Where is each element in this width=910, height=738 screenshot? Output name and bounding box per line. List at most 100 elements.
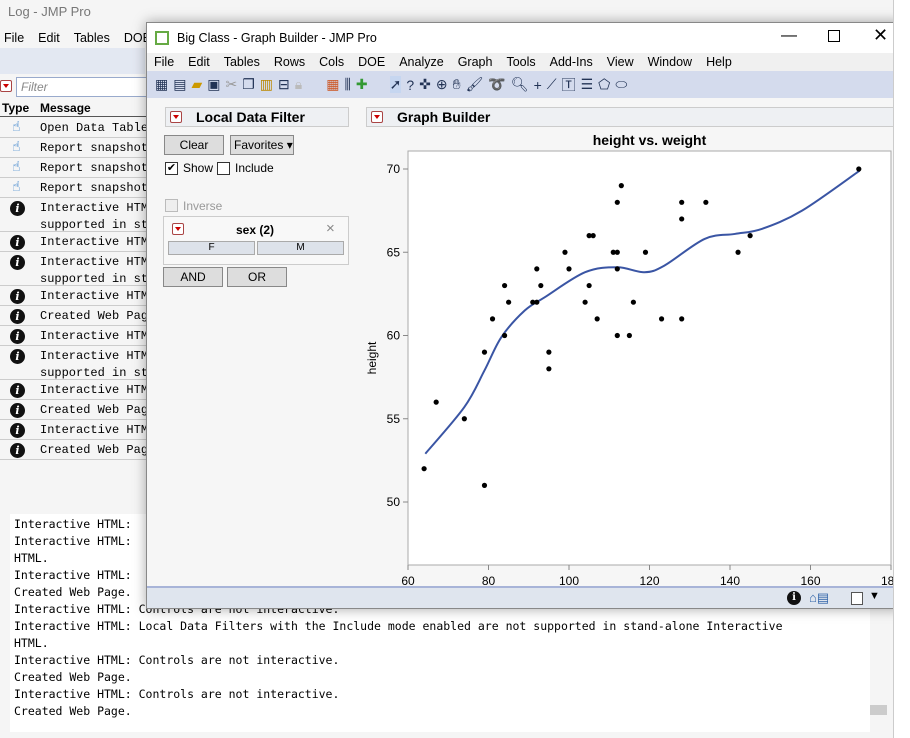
log-message: Report snapshot <box>40 161 149 175</box>
data-point <box>586 282 592 289</box>
status-bar: i ⌂▤ ▼ <box>147 586 902 608</box>
data-point <box>582 299 588 305</box>
data-point <box>562 249 568 255</box>
data-point <box>614 266 620 272</box>
status-dropdown-icon[interactable]: ▼ <box>869 590 880 602</box>
y-tick-label: 70 <box>387 162 401 176</box>
log-message: Created Web Pag <box>40 309 149 323</box>
home-icon[interactable]: ⌂▤ <box>809 590 829 606</box>
message-column-header[interactable]: Message <box>40 101 91 115</box>
info-icon: i <box>10 329 25 344</box>
data-point <box>642 249 649 255</box>
data-point <box>590 233 596 239</box>
log-message: Open Data Table <box>40 121 149 135</box>
log-message: Interactive HTM <box>40 235 149 249</box>
log-message: Interactive HTM <box>40 383 149 397</box>
hand-pointer-icon: ☝ <box>12 180 21 196</box>
info-icon[interactable]: i <box>787 591 801 605</box>
x-tick-label: 160 <box>800 574 820 586</box>
log-title: Log - JMP Pro <box>8 4 91 19</box>
log-row[interactable]: i Interactive HTM <box>0 420 150 440</box>
data-point <box>614 249 620 255</box>
x-tick-label: 140 <box>720 574 740 586</box>
log-message: Interactive HTM <box>40 329 149 343</box>
log-row[interactable]: i Created Web Pag <box>0 400 150 420</box>
data-point <box>566 266 572 272</box>
hand-pointer-icon: ☝ <box>12 160 21 176</box>
chart-title: height vs. weight <box>593 132 707 148</box>
selection-box-icon[interactable] <box>851 592 863 605</box>
data-point <box>481 482 488 488</box>
log-row[interactable]: i Interactive HTM <box>0 286 150 306</box>
log-scrollbar-thumb[interactable] <box>870 705 887 715</box>
log-message: Interactive HTM supported in st <box>40 201 149 232</box>
data-point <box>461 416 467 422</box>
y-tick-label: 65 <box>387 245 401 259</box>
y-tick-label: 55 <box>387 412 401 426</box>
graph-builder-window: Big Class - Graph Builder - JMP Pro — ✕ … <box>146 22 903 609</box>
log-message: Created Web Pag <box>40 443 149 457</box>
y-tick-label: 60 <box>387 329 401 343</box>
data-point <box>538 282 544 289</box>
data-point <box>658 316 665 322</box>
log-menu-tables[interactable]: Tables <box>74 31 110 45</box>
data-point <box>614 199 620 205</box>
log-row[interactable]: i Interactive HTM supported in st <box>0 252 150 286</box>
x-tick-label: 120 <box>639 574 659 586</box>
data-point <box>735 249 741 255</box>
info-icon: i <box>10 383 25 398</box>
type-column-header[interactable]: Type <box>2 101 29 115</box>
plot-frame <box>407 150 892 566</box>
y-axis-label: height <box>365 341 379 374</box>
data-point <box>502 282 508 289</box>
log-filter-input[interactable]: Filter <box>16 77 156 97</box>
data-point <box>502 332 508 339</box>
data-point <box>534 266 540 272</box>
data-point <box>679 199 685 205</box>
log-message: Interactive HTM <box>40 289 149 303</box>
info-icon: i <box>10 309 25 324</box>
y-tick-label: 50 <box>387 495 401 509</box>
log-row[interactable]: ☝ Open Data Table <box>0 118 150 138</box>
x-tick-label: 100 <box>559 574 579 586</box>
log-row[interactable]: i Interactive HTM <box>0 232 150 252</box>
log-menu-edit[interactable]: Edit <box>38 31 60 45</box>
data-point <box>481 349 488 355</box>
log-menu-file[interactable]: File <box>4 31 24 45</box>
log-row[interactable]: i Interactive HTM <box>0 380 150 400</box>
log-message: Report snapshot <box>40 141 149 155</box>
log-message: Created Web Pag <box>40 403 149 417</box>
info-icon: i <box>10 235 25 250</box>
info-icon: i <box>10 443 25 458</box>
log-toolbar <box>0 48 145 74</box>
log-row[interactable]: i Created Web Pag <box>0 440 150 460</box>
info-icon: i <box>10 255 25 270</box>
background-window-edge <box>893 0 910 738</box>
info-icon: i <box>10 423 25 438</box>
log-row[interactable]: ☝ Report snapshot <box>0 158 150 178</box>
log-row[interactable]: ☝ Report snapshot <box>0 138 150 158</box>
data-point <box>506 299 512 305</box>
log-message: Interactive HTM supported in st <box>40 255 149 286</box>
log-row[interactable]: i Created Web Pag <box>0 306 150 326</box>
data-point <box>679 316 685 322</box>
data-point <box>594 316 600 322</box>
log-row[interactable]: i Interactive HTM <box>0 326 150 346</box>
data-point <box>546 366 552 372</box>
log-row[interactable]: i Interactive HTM supported in st <box>0 346 150 380</box>
filter-menu-icon[interactable] <box>0 80 12 92</box>
hand-pointer-icon: ☝ <box>12 120 21 136</box>
log-row[interactable]: i Interactive HTM supported in st <box>0 198 150 232</box>
data-point <box>747 233 753 239</box>
log-row[interactable]: ☝ Report snapshot <box>0 178 150 198</box>
log-message: Interactive HTM supported in st <box>40 349 149 380</box>
x-tick-label: 60 <box>401 574 415 586</box>
scatter-plot: height vs. weight60 80 100 120 140 160 1805055… <box>365 132 901 586</box>
data-point <box>489 316 496 322</box>
data-point <box>614 332 620 339</box>
info-icon: i <box>10 289 25 304</box>
info-icon: i <box>10 403 25 418</box>
data-point <box>433 399 439 405</box>
data-point <box>856 166 862 172</box>
data-point <box>618 183 624 189</box>
